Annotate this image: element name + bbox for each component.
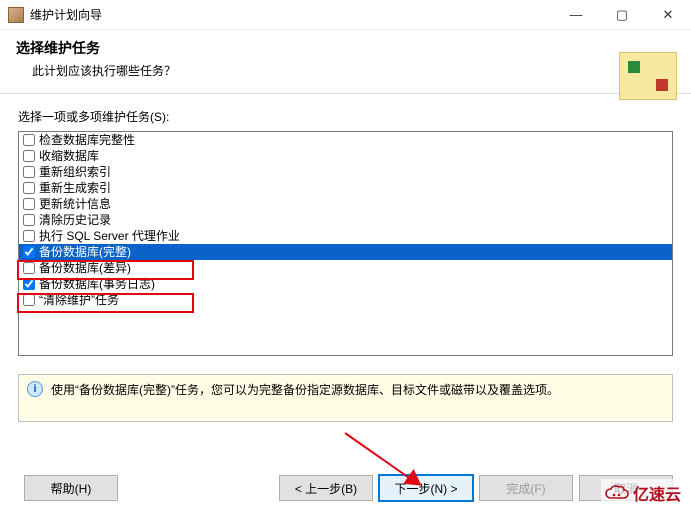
task-label: 重新组织索引	[39, 164, 111, 180]
task-row[interactable]: 更新统计信息	[19, 196, 672, 212]
app-icon	[8, 7, 24, 23]
task-label: 备份数据库(差异)	[39, 260, 131, 276]
task-row[interactable]: 重新生成索引	[19, 180, 672, 196]
task-checkbox[interactable]	[23, 198, 35, 210]
task-label: 更新统计信息	[39, 196, 111, 212]
task-row[interactable]: “清除维护”任务	[19, 292, 672, 308]
watermark-icon	[605, 484, 629, 502]
info-panel: i 使用“备份数据库(完整)”任务，您可以为完整备份指定源数据库、目标文件或磁带…	[18, 374, 673, 422]
task-label: 清除历史记录	[39, 212, 111, 228]
task-checkbox[interactable]	[23, 278, 35, 290]
back-button[interactable]: < 上一步(B)	[279, 475, 373, 501]
maximize-button[interactable]: ▢	[599, 0, 645, 30]
task-row[interactable]: 收缩数据库	[19, 148, 672, 164]
task-checkbox[interactable]	[23, 166, 35, 178]
task-label: 收缩数据库	[39, 148, 99, 164]
task-list-label: 选择一项或多项维护任务(S):	[18, 108, 673, 125]
help-button[interactable]: 帮助(H)	[24, 475, 118, 501]
window-title: 维护计划向导	[30, 6, 553, 23]
wizard-graphic-icon	[619, 52, 677, 100]
task-row[interactable]: 备份数据库(事务日志)	[19, 276, 672, 292]
task-label: 检查数据库完整性	[39, 132, 135, 148]
task-row[interactable]: 检查数据库完整性	[19, 132, 672, 148]
window-controls: — ▢ ✕	[553, 0, 691, 30]
task-checkbox[interactable]	[23, 246, 35, 258]
task-label: 重新生成索引	[39, 180, 111, 196]
task-checkbox[interactable]	[23, 294, 35, 306]
task-label: 备份数据库(完整)	[39, 244, 131, 260]
task-checkbox[interactable]	[23, 134, 35, 146]
task-label: “清除维护”任务	[39, 292, 119, 308]
task-checkbox[interactable]	[23, 262, 35, 274]
close-button[interactable]: ✕	[645, 0, 691, 30]
content-area: 选择一项或多项维护任务(S): 检查数据库完整性收缩数据库重新组织索引重新生成索…	[0, 94, 691, 422]
task-checkbox[interactable]	[23, 182, 35, 194]
titlebar: 维护计划向导 — ▢ ✕	[0, 0, 691, 30]
task-label: 备份数据库(事务日志)	[39, 276, 155, 292]
watermark-text: 亿速云	[633, 481, 681, 505]
page-subtitle: 此计划应该执行哪些任务？	[32, 62, 675, 79]
task-checkbox[interactable]	[23, 214, 35, 226]
wizard-header: 选择维护任务 此计划应该执行哪些任务？	[0, 30, 691, 94]
page-title: 选择维护任务	[16, 38, 675, 58]
finish-button[interactable]: 完成(F)	[479, 475, 573, 501]
task-row[interactable]: 清除历史记录	[19, 212, 672, 228]
task-row[interactable]: 重新组织索引	[19, 164, 672, 180]
info-text: 使用“备份数据库(完整)”任务，您可以为完整备份指定源数据库、目标文件或磁带以及…	[51, 381, 559, 398]
task-row[interactable]: 备份数据库(差异)	[19, 260, 672, 276]
footer: 帮助(H) < 上一步(B) 下一步(N) > 完成(F) 取消	[0, 475, 691, 501]
task-checkbox[interactable]	[23, 150, 35, 162]
task-listbox[interactable]: 检查数据库完整性收缩数据库重新组织索引重新生成索引更新统计信息清除历史记录执行 …	[18, 131, 673, 356]
task-row[interactable]: 执行 SQL Server 代理作业	[19, 228, 672, 244]
minimize-button[interactable]: —	[553, 0, 599, 30]
next-button[interactable]: 下一步(N) >	[379, 475, 473, 501]
task-label: 执行 SQL Server 代理作业	[39, 228, 180, 244]
watermark: 亿速云	[601, 479, 685, 507]
info-icon: i	[27, 381, 43, 397]
task-checkbox[interactable]	[23, 230, 35, 242]
task-row[interactable]: 备份数据库(完整)	[19, 244, 672, 260]
